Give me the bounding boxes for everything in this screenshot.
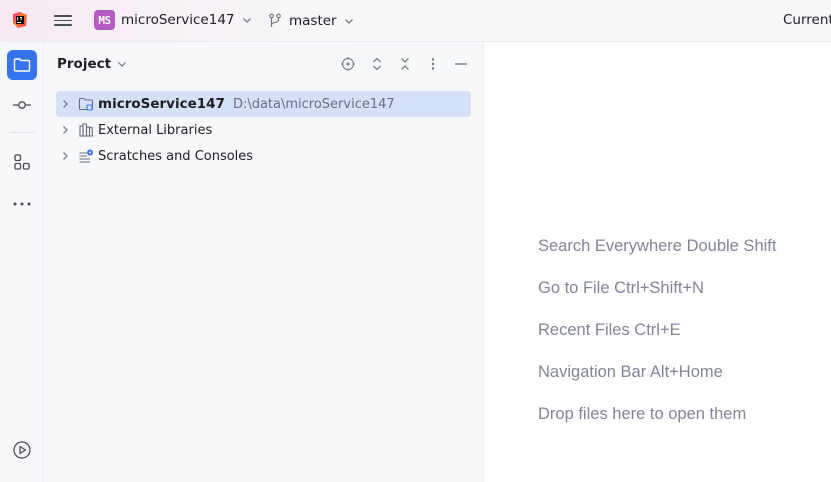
scratches-icon bbox=[79, 149, 93, 163]
expand-all-icon bbox=[373, 57, 381, 71]
hint-drop-files: Drop files here to open them bbox=[538, 405, 747, 423]
structure-icon bbox=[14, 154, 30, 170]
chevron-down-icon bbox=[344, 19, 353, 24]
project-view-selector[interactable]: Project bbox=[57, 56, 127, 72]
tree-row-scratches[interactable]: Scratches and Consoles bbox=[56, 143, 471, 169]
tree-node-path: D:\data\microService147 bbox=[232, 96, 395, 112]
expand-all-button[interactable] bbox=[369, 56, 385, 72]
hide-icon bbox=[455, 63, 467, 65]
commit-icon bbox=[13, 101, 31, 109]
commit-tool-button[interactable] bbox=[7, 90, 37, 120]
hint-navigation-bar: Navigation Bar Alt+Home bbox=[538, 363, 723, 381]
more-tools-button[interactable] bbox=[7, 189, 37, 219]
project-badge: MS bbox=[94, 10, 115, 30]
collapse-all-button[interactable] bbox=[397, 56, 413, 72]
folder-icon bbox=[13, 58, 31, 72]
hint-search-everywhere: Search Everywhere Double Shift bbox=[538, 237, 777, 255]
strip-separator bbox=[10, 132, 34, 133]
project-switcher[interactable]: MS microService147 bbox=[94, 9, 252, 31]
project-panel: Project microService147 D:\data\microSer… bbox=[44, 42, 484, 482]
project-name: microService147 bbox=[121, 12, 235, 28]
tree-row-module[interactable]: microService147 D:\data\microService147 bbox=[56, 91, 471, 117]
panel-title: Project bbox=[57, 56, 112, 72]
module-folder-icon bbox=[78, 97, 94, 111]
chevron-right-icon[interactable] bbox=[60, 125, 70, 135]
options-button[interactable] bbox=[425, 56, 441, 72]
collapse-all-icon bbox=[401, 58, 409, 70]
chevron-down-icon bbox=[118, 62, 127, 67]
run-configuration-selector[interactable]: Current bbox=[783, 12, 831, 28]
intellij-logo-icon[interactable] bbox=[11, 11, 29, 29]
library-icon bbox=[79, 123, 94, 137]
tree-node-label: External Libraries bbox=[98, 122, 213, 138]
services-icon bbox=[13, 441, 31, 459]
tree-node-label: Scratches and Consoles bbox=[98, 148, 254, 164]
project-tree: microService147 D:\data\microService147 … bbox=[56, 91, 471, 169]
project-panel-header: Project bbox=[44, 42, 484, 86]
hamburger-line bbox=[54, 15, 72, 17]
options-icon bbox=[431, 58, 435, 70]
editor-area[interactable]: Search Everywhere Double Shift Go to Fil… bbox=[485, 42, 831, 482]
hide-panel-button[interactable] bbox=[453, 56, 469, 72]
chevron-right-icon[interactable] bbox=[60, 99, 70, 109]
main-menu-button[interactable] bbox=[54, 12, 72, 28]
structure-tool-button[interactable] bbox=[7, 147, 37, 177]
locate-icon bbox=[341, 57, 355, 71]
tree-node-label: microService147 bbox=[98, 96, 225, 112]
project-tool-button[interactable] bbox=[7, 50, 37, 80]
hint-go-to-file: Go to File Ctrl+Shift+N bbox=[538, 279, 704, 297]
chevron-down-icon bbox=[242, 18, 251, 23]
tool-window-strip bbox=[0, 42, 44, 482]
hint-recent-files: Recent Files Ctrl+E bbox=[538, 321, 681, 339]
tree-row-external-libraries[interactable]: External Libraries bbox=[56, 117, 471, 143]
hamburger-line bbox=[54, 19, 72, 22]
hamburger-line bbox=[54, 24, 72, 26]
branch-name: master bbox=[289, 13, 337, 29]
title-bar: MS microService147 master Current bbox=[0, 0, 831, 42]
chevron-right-icon[interactable] bbox=[60, 151, 70, 161]
services-tool-button[interactable] bbox=[7, 435, 37, 465]
git-branch-icon bbox=[269, 13, 281, 27]
locate-button[interactable] bbox=[340, 56, 356, 72]
more-icon bbox=[13, 202, 31, 206]
branch-switcher[interactable]: master bbox=[268, 10, 354, 32]
